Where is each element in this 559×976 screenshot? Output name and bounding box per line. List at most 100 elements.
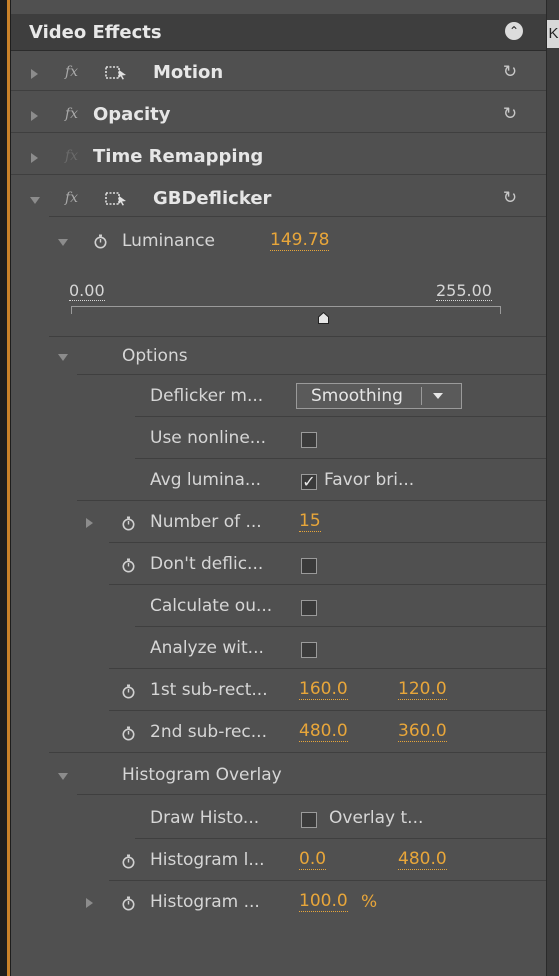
chevron-down-icon[interactable] xyxy=(433,393,443,399)
property-label: Number of ... xyxy=(150,512,262,532)
property-label: Draw Histo... xyxy=(150,808,260,828)
stopwatch-icon[interactable] xyxy=(121,896,136,911)
luminance-value[interactable]: 149.78 xyxy=(270,231,330,251)
effect-row-time-remapping[interactable]: fx Time Remapping xyxy=(11,142,546,174)
stopwatch-icon[interactable] xyxy=(121,684,136,699)
effect-controls-panel: Video Effects ⌃ fx Motion ↻ fx Opacity ↻… xyxy=(11,0,546,976)
property-label: Calculate ou... xyxy=(150,596,273,616)
use-nonlinear-checkbox[interactable] xyxy=(301,432,317,448)
property-row-histogram-location: Histogram l... 0.0 480.0 xyxy=(11,844,546,878)
divider xyxy=(109,542,546,543)
collapse-triangle-icon[interactable] xyxy=(58,354,68,361)
reset-icon[interactable]: ↻ xyxy=(501,105,519,123)
timeline-panel-edge: K xyxy=(546,0,559,976)
fx-icon: fx xyxy=(65,148,79,164)
stopwatch-icon[interactable] xyxy=(121,516,136,531)
left-frame xyxy=(0,0,11,976)
divider xyxy=(77,374,546,375)
property-label: 1st sub-rect... xyxy=(150,680,268,700)
section-title: Video Effects xyxy=(29,21,162,43)
fx-icon[interactable]: fx xyxy=(65,64,78,80)
sub-rect-1-y-value[interactable]: 120.0 xyxy=(398,680,447,700)
property-label: Use nonline... xyxy=(150,428,267,448)
property-label: Luminance xyxy=(122,231,216,251)
divider xyxy=(49,216,546,217)
effect-row-motion[interactable]: fx Motion ↻ xyxy=(11,58,546,90)
property-row-calculate: Calculate ou... xyxy=(11,590,546,624)
property-row-histogram-scale: Histogram ... 100.0 % xyxy=(11,886,546,920)
calculate-checkbox[interactable] xyxy=(301,600,317,616)
property-row-use-nonlinear: Use nonline... xyxy=(11,422,546,456)
fx-icon[interactable]: fx xyxy=(65,190,78,206)
panel-focus-border xyxy=(7,0,10,976)
sub-rect-2-y-value[interactable]: 360.0 xyxy=(398,722,447,742)
collapse-triangle-icon[interactable] xyxy=(30,197,40,204)
expand-triangle-icon[interactable] xyxy=(86,518,93,528)
number-of-value[interactable]: 15 xyxy=(299,512,321,532)
property-row-sub-rect-2: 2nd sub-rec... 480.0 360.0 xyxy=(11,716,546,750)
luminance-slider-thumb[interactable] xyxy=(317,312,329,324)
stopwatch-icon[interactable] xyxy=(121,558,136,573)
sub-rect-2-x-value[interactable]: 480.0 xyxy=(299,722,348,742)
divider xyxy=(77,500,546,501)
property-label: Don't deflic... xyxy=(150,554,264,574)
expand-triangle-icon[interactable] xyxy=(31,153,38,163)
divider xyxy=(49,336,546,337)
group-label: Options xyxy=(122,346,188,366)
property-row-luminance: Luminance 149.78 xyxy=(11,226,546,258)
expand-triangle-icon[interactable] xyxy=(31,111,38,121)
avg-luminance-checkbox[interactable]: ✓ xyxy=(301,474,317,490)
luminance-slider-track[interactable] xyxy=(71,306,501,307)
checkbox-label: Overlay t... xyxy=(329,808,424,828)
reset-icon[interactable]: ↻ xyxy=(501,63,519,81)
stopwatch-icon[interactable] xyxy=(121,726,136,741)
histogram-scale-unit: % xyxy=(361,892,378,912)
slider-min-label: 0.00 xyxy=(69,281,105,301)
divider xyxy=(135,626,546,627)
reset-icon[interactable]: ↻ xyxy=(501,189,519,207)
effect-row-gbdeflicker[interactable]: fx GBDeflicker ↻ xyxy=(11,184,546,216)
checkbox-label: Favor bri... xyxy=(324,470,415,490)
collapse-triangle-icon[interactable] xyxy=(58,239,68,246)
property-row-analyze: Analyze wit... xyxy=(11,632,546,666)
divider xyxy=(77,794,546,795)
collapse-up-icon[interactable]: ⌃ xyxy=(505,22,523,40)
property-label: 2nd sub-rec... xyxy=(150,722,267,742)
divider xyxy=(49,752,546,753)
fx-icon[interactable]: fx xyxy=(65,106,78,122)
histogram-location-x-value[interactable]: 0.0 xyxy=(299,850,327,870)
divider xyxy=(109,668,546,669)
collapse-triangle-icon[interactable] xyxy=(58,773,68,780)
divider xyxy=(135,458,546,459)
slider-tick xyxy=(500,306,501,314)
property-label: Deflicker m... xyxy=(150,386,264,406)
property-label: Histogram l... xyxy=(150,850,265,870)
histogram-location-y-value[interactable]: 480.0 xyxy=(398,850,447,870)
mask-tool-icon[interactable] xyxy=(105,192,127,206)
stopwatch-icon[interactable] xyxy=(93,234,108,249)
expand-triangle-icon[interactable] xyxy=(31,69,38,79)
divider xyxy=(135,416,546,417)
divider xyxy=(109,584,546,585)
draw-histogram-checkbox[interactable] xyxy=(301,812,317,828)
mask-tool-icon[interactable] xyxy=(105,66,127,80)
divider xyxy=(11,174,546,175)
property-row-sub-rect-1: 1st sub-rect... 160.0 120.0 xyxy=(11,674,546,708)
property-label: Avg lumina... xyxy=(150,470,262,490)
property-row-number-of: Number of ... 15 xyxy=(11,506,546,540)
group-row-options: Options xyxy=(11,342,546,372)
sub-rect-1-x-value[interactable]: 160.0 xyxy=(299,680,348,700)
divider xyxy=(109,880,546,881)
video-effects-header: Video Effects ⌃ xyxy=(11,14,546,51)
group-row-histogram-overlay: Histogram Overlay xyxy=(11,760,546,792)
effect-row-opacity[interactable]: fx Opacity ↻ xyxy=(11,100,546,132)
analyze-checkbox[interactable] xyxy=(301,642,317,658)
histogram-scale-value[interactable]: 100.0 xyxy=(299,892,348,912)
panel-tab-label[interactable]: K xyxy=(547,20,559,48)
expand-triangle-icon[interactable] xyxy=(86,898,93,908)
stopwatch-icon[interactable] xyxy=(121,854,136,869)
dont-deflicker-checkbox[interactable] xyxy=(301,558,317,574)
deflicker-mode-dropdown[interactable]: Smoothing xyxy=(296,383,462,409)
divider xyxy=(11,132,546,133)
effect-name: Time Remapping xyxy=(93,146,264,167)
